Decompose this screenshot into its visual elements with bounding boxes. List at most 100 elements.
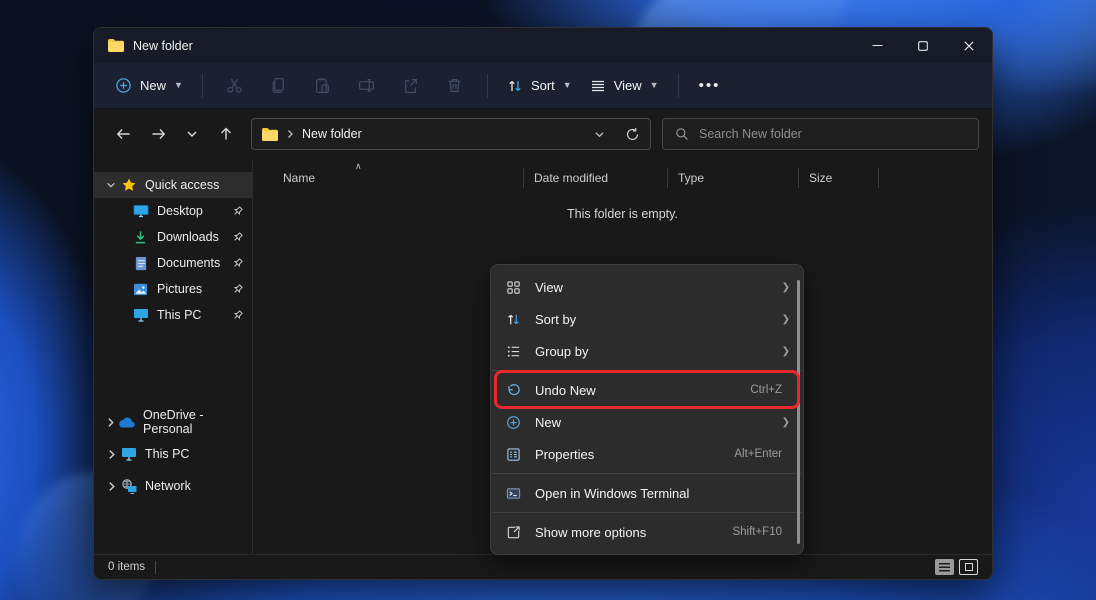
- new-button[interactable]: New ▼: [106, 71, 192, 100]
- breadcrumb[interactable]: New folder: [302, 127, 362, 141]
- forward-button[interactable]: [141, 118, 175, 150]
- menu-item-view[interactable]: View ❯: [491, 271, 803, 303]
- sidebar-item-label: This PC: [145, 447, 189, 461]
- pin-icon: [231, 309, 244, 322]
- search-input[interactable]: [699, 127, 966, 141]
- search-box[interactable]: [662, 118, 979, 150]
- documents-icon: [132, 256, 149, 271]
- sidebar-item-onedrive[interactable]: OneDrive - Personal: [94, 406, 252, 438]
- up-button[interactable]: [209, 118, 243, 150]
- status-bar: 0 items: [94, 554, 992, 579]
- sidebar-item-pictures[interactable]: Pictures: [94, 276, 252, 302]
- sidebar-item-network[interactable]: Network: [94, 470, 252, 502]
- see-more-button[interactable]: •••: [689, 77, 731, 94]
- sort-button[interactable]: Sort ▼: [498, 72, 581, 100]
- chevron-down-icon: ▼: [650, 81, 659, 90]
- monitor-icon: [132, 308, 149, 322]
- view-button[interactable]: View ▼: [581, 72, 668, 100]
- sidebar-item-this-pc-pinned[interactable]: This PC: [94, 302, 252, 328]
- network-icon: [120, 479, 137, 494]
- refresh-icon[interactable]: [625, 127, 640, 142]
- status-divider: [155, 561, 156, 574]
- sidebar-item-label: Downloads: [157, 230, 219, 244]
- sort-button-label: Sort: [531, 78, 555, 93]
- details-view-toggle[interactable]: [935, 559, 954, 575]
- menu-item-sort-by[interactable]: Sort by ❯: [491, 303, 803, 335]
- context-menu: View ❯ Sort by ❯ Group by ❯ Undo New Ctr…: [490, 264, 804, 555]
- toolbar-separator: [487, 74, 488, 98]
- column-header-type[interactable]: Type: [668, 163, 799, 193]
- menu-item-label: Undo New: [535, 383, 750, 398]
- menu-item-label: Open in Windows Terminal: [535, 486, 790, 501]
- sidebar-item-label: Documents: [157, 256, 220, 270]
- undo-icon: [505, 383, 522, 398]
- menu-item-group-by[interactable]: Group by ❯: [491, 335, 803, 367]
- properties-icon: [505, 447, 522, 462]
- large-icons-view-toggle[interactable]: [959, 559, 978, 575]
- chevron-right-icon[interactable]: [102, 417, 118, 428]
- menu-item-new[interactable]: New ❯: [491, 406, 803, 438]
- sidebar-item-quick-access[interactable]: Quick access: [94, 172, 252, 198]
- column-header-size[interactable]: Size: [799, 163, 879, 193]
- pictures-icon: [132, 282, 149, 297]
- submenu-chevron-icon: ❯: [782, 417, 790, 428]
- menu-item-properties[interactable]: Properties Alt+Enter: [491, 438, 803, 470]
- star-icon: [120, 177, 137, 193]
- menu-item-undo-new[interactable]: Undo New Ctrl+Z: [491, 374, 803, 406]
- sidebar-item-this-pc[interactable]: This PC: [94, 438, 252, 470]
- chevron-down-icon[interactable]: [102, 180, 120, 190]
- toolbar-separator: [678, 74, 679, 98]
- folder-icon: [108, 39, 124, 52]
- minimize-button[interactable]: [854, 28, 900, 63]
- column-header-date-modified[interactable]: Date modified: [524, 163, 668, 193]
- menu-item-open-in-windows-terminal[interactable]: Open in Windows Terminal: [491, 477, 803, 509]
- toolbar-separator: [202, 74, 203, 98]
- navigation-pane: Quick access Desktop Downloads: [94, 159, 253, 554]
- breadcrumb-chevron-icon: [286, 129, 294, 139]
- command-bar: New ▼ Sort ▼: [94, 63, 992, 109]
- menu-item-shortcut: Ctrl+Z: [750, 384, 782, 396]
- list-lines-icon: [590, 78, 606, 94]
- address-row: New folder: [94, 109, 992, 159]
- view-button-label: View: [614, 78, 642, 93]
- menu-item-label: Sort by: [535, 312, 782, 327]
- sidebar-item-documents[interactable]: Documents: [94, 250, 252, 276]
- file-explorer-window: New folder New ▼: [93, 27, 993, 580]
- address-dropdown-icon[interactable]: [594, 129, 605, 140]
- chevron-down-icon: ▼: [563, 81, 572, 90]
- menu-item-label: View: [535, 280, 782, 295]
- maximize-button[interactable]: [900, 28, 946, 63]
- open-external-icon: [505, 525, 522, 540]
- menu-item-shortcut: Shift+F10: [732, 526, 782, 538]
- title-bar: New folder: [94, 28, 992, 63]
- close-button[interactable]: [946, 28, 992, 63]
- sidebar-item-label: This PC: [157, 308, 201, 322]
- rename-button: [345, 70, 389, 102]
- terminal-icon: [505, 486, 522, 501]
- menu-item-shortcut: Alt+Enter: [734, 448, 782, 460]
- view-grid-icon: [505, 280, 522, 295]
- pin-icon: [231, 231, 244, 244]
- downloads-icon: [132, 230, 149, 245]
- sidebar-item-label: Quick access: [145, 178, 219, 192]
- menu-item-show-more-options[interactable]: Show more options Shift+F10: [491, 516, 803, 548]
- circle-plus-icon: [115, 77, 132, 94]
- address-bar[interactable]: New folder: [251, 118, 651, 150]
- sidebar-item-downloads[interactable]: Downloads: [94, 224, 252, 250]
- sidebar-item-label: Pictures: [157, 282, 202, 296]
- paste-button: [301, 70, 345, 102]
- chevron-right-icon[interactable]: [102, 481, 120, 492]
- column-headers: ∧ Name Date modified Type Size: [253, 163, 992, 193]
- recent-locations-button[interactable]: [175, 118, 209, 150]
- pin-icon: [231, 257, 244, 270]
- empty-folder-message: This folder is empty.: [253, 207, 992, 221]
- column-header-name[interactable]: Name: [253, 163, 524, 193]
- folder-icon: [262, 128, 278, 141]
- chevron-right-icon[interactable]: [102, 449, 120, 460]
- menu-scrollbar[interactable]: [797, 280, 800, 544]
- sidebar-item-desktop[interactable]: Desktop: [94, 198, 252, 224]
- search-icon: [675, 127, 689, 141]
- items-count: 0 items: [108, 561, 145, 573]
- pin-icon: [231, 283, 244, 296]
- back-button[interactable]: [107, 118, 141, 150]
